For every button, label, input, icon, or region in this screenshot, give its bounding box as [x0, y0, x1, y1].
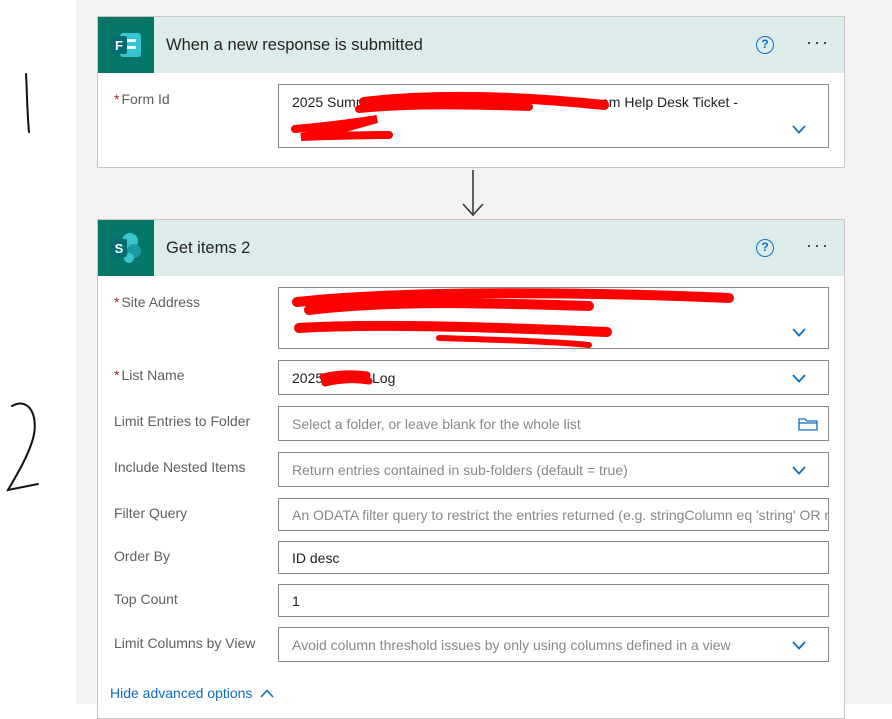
filter-query-input[interactable]: An ODATA filter query to restrict the en… — [278, 498, 829, 531]
more-options-icon[interactable]: ··· — [806, 236, 830, 254]
redaction-mark — [319, 370, 373, 387]
top-count-value: 1 — [292, 593, 300, 609]
nested-items-placeholder: Return entries contained in sub-folders … — [292, 462, 628, 478]
required-marker: * — [114, 367, 120, 383]
hide-advanced-options-text: Hide advanced options — [110, 685, 253, 701]
limit-view-label: Limit Columns by View — [114, 635, 256, 651]
more-options-icon[interactable]: ··· — [806, 33, 830, 51]
sharepoint-icon: S — [98, 220, 154, 276]
trigger-card-header[interactable]: F When a new response is submitted ? ··· — [98, 17, 844, 73]
flow-connector-arrow — [462, 170, 484, 217]
forms-icon: F — [98, 17, 154, 73]
folder-icon[interactable] — [798, 416, 818, 431]
handwritten-number-2 — [6, 402, 39, 492]
order-by-label: Order By — [114, 548, 171, 564]
help-icon[interactable]: ? — [756, 36, 774, 54]
svg-text:F: F — [115, 38, 123, 53]
trigger-card[interactable]: F When a new response is submitted ? ···… — [97, 16, 845, 168]
redaction-mark — [291, 91, 609, 141]
get-items-card-header[interactable]: S Get items 2 ? ··· — [98, 220, 844, 276]
help-icon[interactable]: ? — [756, 239, 774, 257]
chevron-down-icon[interactable] — [792, 328, 806, 337]
chevron-up-icon — [260, 688, 275, 698]
nested-items-dropdown[interactable]: Return entries contained in sub-folders … — [278, 452, 829, 487]
list-name-label: * List Name — [114, 367, 184, 383]
required-marker: * — [114, 91, 120, 107]
top-count-input[interactable]: 1 — [278, 584, 829, 617]
chevron-down-icon[interactable] — [792, 641, 806, 650]
form-id-label: * Form Id — [114, 91, 170, 107]
list-name-label-text: List Name — [121, 367, 185, 383]
hide-advanced-options-link[interactable]: Hide advanced options — [110, 685, 275, 701]
limit-view-placeholder: Avoid column threshold issues by only us… — [292, 637, 731, 653]
site-address-dropdown[interactable] — [278, 287, 829, 349]
chevron-down-icon[interactable] — [792, 466, 806, 475]
chevron-down-icon[interactable] — [792, 374, 806, 383]
svg-text:S: S — [115, 241, 124, 256]
get-items-title: Get items 2 — [166, 239, 251, 257]
handwritten-number-1 — [25, 73, 30, 133]
required-marker: * — [114, 294, 120, 310]
limit-folder-placeholder: Select a folder, or leave blank for the … — [292, 416, 581, 432]
get-items-card[interactable]: S Get items 2 ? ··· * Site Address * List … — [97, 219, 845, 719]
form-id-label-text: Form Id — [121, 91, 170, 107]
nested-items-label: Include Nested Items — [114, 459, 246, 475]
filter-query-placeholder: An ODATA filter query to restrict the en… — [292, 507, 828, 523]
limit-view-dropdown[interactable]: Avoid column threshold issues by only us… — [278, 627, 829, 662]
trigger-title: When a new response is submitted — [166, 36, 423, 54]
top-count-label: Top Count — [114, 591, 178, 607]
chevron-down-icon[interactable] — [792, 125, 806, 134]
order-by-value: ID desc — [292, 550, 340, 566]
limit-folder-input[interactable]: Select a folder, or leave blank for the … — [278, 406, 829, 441]
site-address-label-text: Site Address — [121, 294, 201, 310]
limit-folder-label: Limit Entries to Folder — [114, 413, 251, 429]
site-address-label: * Site Address — [114, 294, 200, 310]
list-name-dropdown[interactable]: 2025 Log — [278, 360, 829, 395]
order-by-input[interactable]: ID desc — [278, 541, 829, 574]
redaction-mark — [292, 288, 734, 348]
form-id-dropdown[interactable]: 2025 Summ am Help Desk Ticket - — [278, 84, 829, 148]
filter-query-label: Filter Query — [114, 505, 188, 521]
